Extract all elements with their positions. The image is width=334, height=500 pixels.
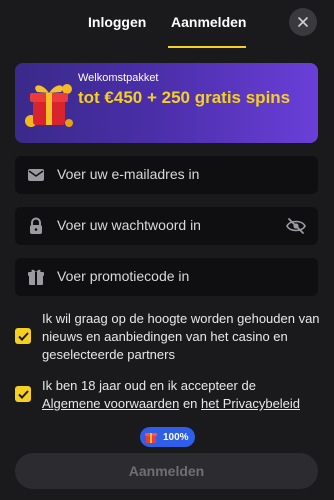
auth-tabs: Inloggen Aanmelden <box>0 0 334 48</box>
lock-icon <box>30 217 42 234</box>
privacy-link[interactable]: het Privacybeleid <box>201 396 300 411</box>
register-submit-button[interactable]: Aanmelden <box>15 453 318 489</box>
email-field[interactable]: Voer uw e-mailadres in <box>15 156 318 194</box>
banner-offer: tot €450 + 250 gratis spins <box>78 88 291 107</box>
newsletter-checkbox[interactable] <box>15 328 31 344</box>
password-placeholder: Voer uw wachtwoord in <box>57 217 201 233</box>
active-tab-indicator <box>168 46 246 48</box>
tab-register[interactable]: Aanmelden <box>171 14 246 30</box>
close-button[interactable] <box>289 8 317 36</box>
banner-title: Welkomstpakket <box>78 72 159 84</box>
terms-conjunction: en <box>182 396 198 411</box>
terms-text-before: Ik ben 18 jaar oud en ik accepteer de <box>42 378 256 393</box>
progress-label: 100% <box>163 431 189 443</box>
checkmark-icon <box>17 389 29 399</box>
email-icon <box>28 169 44 181</box>
password-field[interactable]: Voer uw wachtwoord in <box>15 207 318 245</box>
close-icon <box>298 17 308 27</box>
promo-code-field[interactable]: Voer promotiecode in <box>15 258 318 296</box>
progress-badge: 100% <box>140 427 195 447</box>
terms-consent-text: Ik ben 18 jaar oud en ik accepteer de Al… <box>42 377 324 413</box>
gift-icon <box>25 84 73 127</box>
promo-gift-icon <box>28 269 44 285</box>
checkmark-icon <box>17 331 29 341</box>
newsletter-consent-text: Ik wil graag op de hoogte worden gehoude… <box>42 311 320 362</box>
tab-login[interactable]: Inloggen <box>88 14 146 30</box>
terms-checkbox[interactable] <box>15 386 31 402</box>
terms-link[interactable]: Algemene voorwaarden <box>42 396 179 411</box>
email-placeholder: Voer uw e-mailadres in <box>57 166 200 182</box>
eye-off-icon[interactable] <box>286 217 306 235</box>
gift-icon <box>145 433 157 443</box>
promo-placeholder: Voer promotiecode in <box>57 268 190 284</box>
welcome-bonus-banner[interactable]: Welkomstpakket tot €450 + 250 gratis spi… <box>15 63 318 143</box>
